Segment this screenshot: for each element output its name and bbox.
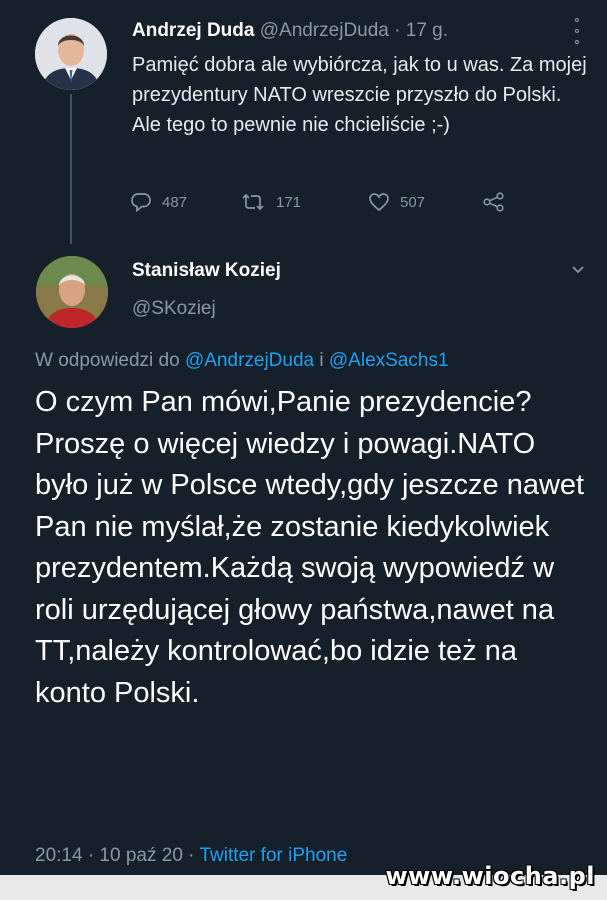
tweet1-text: Pamięć dobra ale wybiórcza, jak to u was… bbox=[132, 54, 587, 136]
mention-andrzejduda[interactable]: @AndrzejDuda bbox=[185, 350, 314, 371]
tweet2-text: O czym Pan mówi,Panie prezydencie?Proszę… bbox=[35, 386, 585, 709]
watermark: www.wiocha.pl bbox=[385, 862, 595, 890]
more-options-icon[interactable] bbox=[572, 18, 582, 44]
reply-button[interactable]: 487 bbox=[130, 192, 187, 212]
tweet2-author-name[interactable]: Stanisław Koziej bbox=[132, 260, 281, 282]
retweet-button[interactable]: 171 bbox=[240, 192, 301, 212]
share-button[interactable] bbox=[482, 192, 516, 212]
avatar-andrzej-duda[interactable] bbox=[35, 18, 107, 90]
tweet1-actions: 487 171 507 bbox=[130, 192, 530, 218]
share-icon bbox=[483, 192, 504, 212]
reply-icon bbox=[131, 193, 151, 212]
tweet2-timestamp: 20:14 · 10 paź 20 · Twitter for iPhone bbox=[35, 845, 347, 867]
retweet-icon bbox=[242, 193, 264, 211]
tweet1-handle-time: @AndrzejDuda · 17 g. bbox=[254, 20, 449, 41]
reply-count: 487 bbox=[162, 193, 188, 211]
tweet2-source[interactable]: Twitter for iPhone bbox=[199, 845, 347, 866]
replying-joiner: i bbox=[314, 350, 329, 371]
avatar-stanislaw-koziej[interactable] bbox=[36, 256, 108, 328]
mention-alexsachs1[interactable]: @AlexSachs1 bbox=[329, 350, 449, 371]
tweet1-author-name[interactable]: Andrzej Duda bbox=[132, 20, 254, 41]
thread-connector-line bbox=[70, 94, 72, 244]
like-count: 507 bbox=[400, 193, 426, 211]
tweet1-header: Andrzej Duda @AndrzejDuda · 17 g. bbox=[132, 20, 448, 42]
like-button[interactable]: 507 bbox=[368, 192, 425, 212]
replying-to: W odpowiedzi do @AndrzejDuda i @AlexSach… bbox=[35, 350, 449, 372]
retweet-count: 171 bbox=[276, 193, 302, 211]
tweet-thread: Andrzej Duda @AndrzejDuda · 17 g. Pamięć… bbox=[10, 0, 599, 875]
replying-prefix: W odpowiedzi do bbox=[35, 350, 185, 371]
heart-icon bbox=[369, 193, 389, 212]
tweet2-time[interactable]: 20:14 · 10 paź 20 · bbox=[35, 845, 199, 866]
chevron-down-icon[interactable] bbox=[570, 264, 586, 276]
tweet2-handle[interactable]: @SKoziej bbox=[132, 298, 216, 320]
